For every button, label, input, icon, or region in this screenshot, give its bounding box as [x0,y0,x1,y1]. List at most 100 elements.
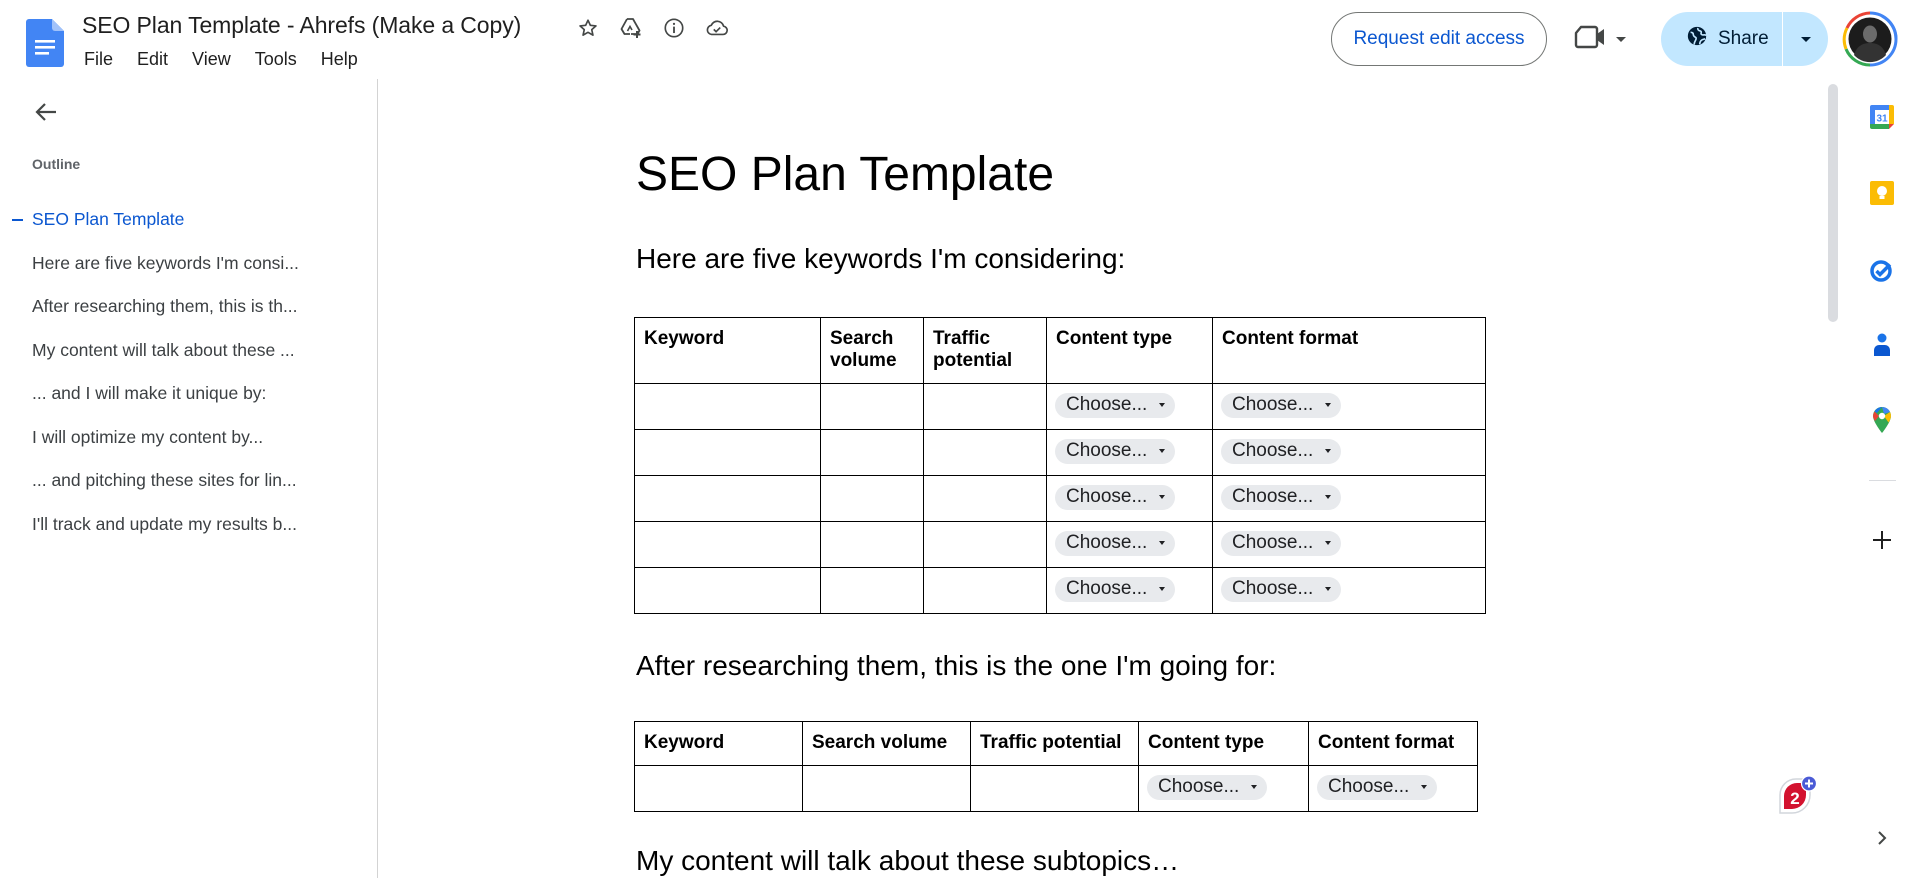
content-format-dropdown-chip[interactable]: Choose... [1221,392,1342,418]
cell-search-volume[interactable] [820,567,924,614]
cell-traffic-potential[interactable] [923,383,1047,430]
cell-content-format[interactable]: Choose... [1212,567,1486,614]
outline-item[interactable]: Here are five keywords I'm consi... [0,242,370,286]
cell-content-type[interactable]: Choose... [1046,429,1213,476]
cell-content-type[interactable]: Choose... [1046,567,1213,614]
cell-keyword[interactable] [634,521,821,568]
vertical-scrollbar-thumb[interactable] [1828,84,1838,322]
maps-icon[interactable] [1868,406,1896,434]
sidebar-divider [377,79,378,878]
section-heading-chosen-keyword[interactable]: After researching them, this is the one … [636,650,1276,682]
calendar-icon[interactable]: 31 [1868,103,1896,131]
content-type-dropdown-chip[interactable]: Choose... [1055,438,1176,464]
outline-item[interactable]: After researching them, this is th... [0,285,370,329]
cell-content-type[interactable]: Choose... [1138,765,1309,812]
cell-traffic-potential[interactable] [923,567,1047,614]
add-addon-icon[interactable] [1868,526,1896,554]
cell-content-format[interactable]: Choose... [1212,521,1486,568]
cloud-saved-icon[interactable] [705,16,729,40]
cell-keyword[interactable] [634,765,803,812]
close-outline-button[interactable] [28,96,64,132]
cell-traffic-potential[interactable] [923,429,1047,476]
docs-home-icon[interactable] [26,19,64,67]
dropdown-chip-label: Choose... [1066,486,1148,507]
menu-tools[interactable]: Tools [247,49,305,70]
globe-icon [1686,25,1708,53]
outline-item-label: ... and I will make it unique by: [32,383,267,404]
document-heading-title[interactable]: SEO Plan Template [636,147,1054,202]
contacts-icon[interactable] [1868,331,1896,359]
badge-count: 2 [1790,789,1799,808]
tasks-icon[interactable] [1868,256,1896,284]
cell-content-format[interactable]: Choose... [1212,429,1486,476]
outline-item[interactable]: I'll track and update my results b... [0,503,370,547]
cell-content-type[interactable]: Choose... [1046,521,1213,568]
content-type-dropdown-chip[interactable]: Choose... [1055,392,1176,418]
section-heading-subtopics[interactable]: My content will talk about these subtopi… [636,845,1179,877]
cell-keyword[interactable] [634,475,821,522]
cell-content-format[interactable]: Choose... [1308,765,1478,812]
cell-keyword[interactable] [634,567,821,614]
section-heading-keywords[interactable]: Here are five keywords I'm considering: [636,243,1125,275]
outline-item-label: ... and pitching these sites for lin... [32,470,297,491]
outline-item[interactable]: I will optimize my content by... [0,416,370,460]
menu-edit[interactable]: Edit [129,49,176,70]
content-format-dropdown-chip[interactable]: Choose... [1221,438,1342,464]
outline-item-label: My content will talk about these ... [32,339,295,360]
cell-content-type[interactable]: Choose... [1046,475,1213,522]
content-format-dropdown-chip[interactable]: Choose... [1317,774,1438,800]
notification-badge[interactable]: 2 [1776,775,1818,815]
keep-icon[interactable] [1868,179,1896,207]
cell-search-volume[interactable] [820,429,924,476]
document-title[interactable]: SEO Plan Template - Ahrefs (Make a Copy) [82,12,521,39]
meet-button[interactable] [1574,20,1646,58]
dropdown-caret-icon [1421,785,1428,789]
cell-traffic-potential[interactable] [923,475,1047,522]
dropdown-chip-label: Choose... [1232,486,1314,507]
content-type-dropdown-chip[interactable]: Choose... [1055,576,1176,602]
outline-item[interactable]: ... and I will make it unique by: [0,372,370,416]
cell-traffic-potential[interactable] [923,521,1047,568]
content-type-dropdown-chip[interactable]: Choose... [1055,530,1176,556]
cell-content-format[interactable]: Choose... [1212,383,1486,430]
content-format-dropdown-chip[interactable]: Choose... [1221,484,1342,510]
show-side-panel-button[interactable] [1872,828,1892,852]
star-icon[interactable] [576,16,600,40]
content-format-dropdown-chip[interactable]: Choose... [1221,576,1342,602]
cell-keyword[interactable] [634,383,821,430]
dropdown-chip-label: Choose... [1066,394,1148,415]
content-type-dropdown-chip[interactable]: Choose... [1055,484,1176,510]
cell-content-format[interactable]: Choose... [1212,475,1486,522]
info-icon[interactable] [662,16,686,40]
dropdown-chip-label: Choose... [1232,394,1314,415]
cell-search-volume[interactable] [820,383,924,430]
menu-view[interactable]: View [184,49,239,70]
content-format-dropdown-chip[interactable]: Choose... [1221,530,1342,556]
outline-item-label: I'll track and update my results b... [32,513,297,534]
table-row: Choose... Choose... [634,567,1486,614]
outline-heading: Outline [32,156,81,172]
cell-keyword[interactable] [634,429,821,476]
cell-search-volume[interactable] [820,475,924,522]
menu-file[interactable]: File [76,49,121,70]
account-avatar[interactable] [1842,11,1898,67]
dropdown-chip-label: Choose... [1328,776,1410,797]
share-options-button[interactable] [1783,12,1828,66]
cell-search-volume[interactable] [820,521,924,568]
move-to-drive-icon[interactable] [619,16,643,40]
column-header-traffic-potential: Traffic potential [970,721,1139,766]
table-row: Choose... Choose... [634,521,1486,568]
arrow-left-icon [35,102,57,127]
menu-help[interactable]: Help [313,49,366,70]
share-button[interactable]: Share [1661,12,1782,66]
request-edit-access-button[interactable]: Request edit access [1331,12,1547,66]
cell-content-type[interactable]: Choose... [1046,383,1213,430]
outline-item[interactable]: SEO Plan Template [0,198,370,242]
cell-traffic-potential[interactable] [970,765,1139,812]
outline-item[interactable]: My content will talk about these ... [0,329,370,373]
dropdown-caret-icon [1325,495,1332,499]
cell-search-volume[interactable] [802,765,971,812]
column-header-keyword: Keyword [634,721,803,766]
content-type-dropdown-chip[interactable]: Choose... [1147,774,1268,800]
outline-item[interactable]: ... and pitching these sites for lin... [0,459,370,503]
